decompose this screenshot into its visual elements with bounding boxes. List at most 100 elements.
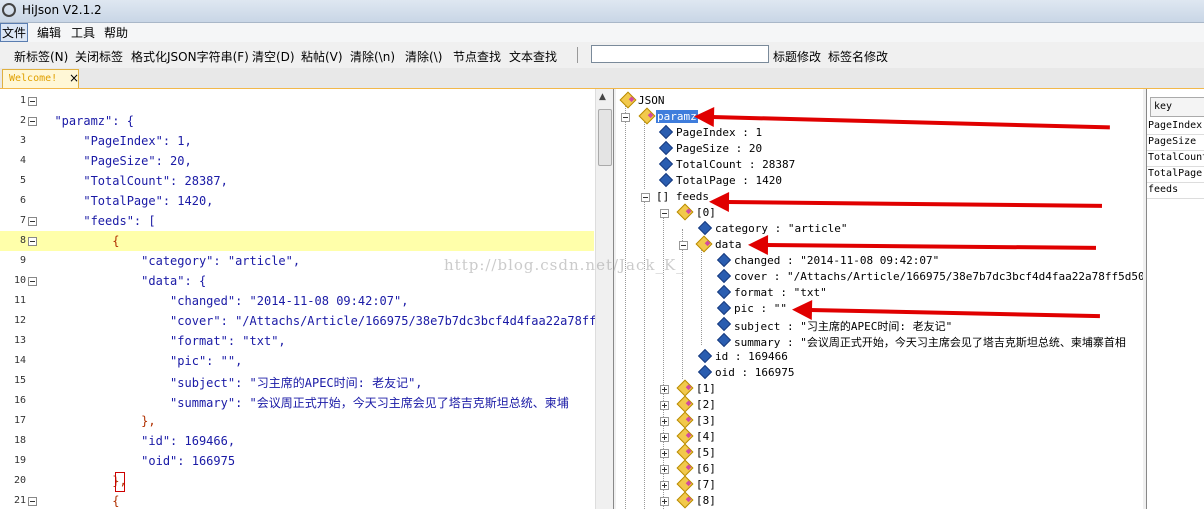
- watermark-text: http://blog.csdn.net/Jack_K_: [444, 256, 685, 274]
- expand-icon[interactable]: [660, 401, 669, 410]
- value-icon: [697, 364, 713, 380]
- value-icon: [658, 140, 674, 156]
- editor-line: 3 "PageIndex": 1,: [19, 134, 192, 148]
- expand-icon[interactable]: [660, 465, 669, 474]
- table-row[interactable]: feeds: [1147, 183, 1204, 199]
- collapse-icon[interactable]: [679, 241, 688, 250]
- text-search-button[interactable]: 文本查找: [509, 48, 557, 65]
- value-icon: [658, 124, 674, 140]
- expand-icon[interactable]: [660, 497, 669, 506]
- paste-button[interactable]: 粘帖(V): [301, 48, 343, 65]
- key-table: key PageIndex PageSize TotalCount TotalP…: [1146, 89, 1204, 509]
- value-icon: [716, 252, 732, 268]
- editor-line: 20 },: [13, 474, 127, 488]
- editor-line: 17 },: [13, 414, 156, 428]
- edit-title-button[interactable]: 标题修改: [773, 48, 821, 65]
- value-icon: [658, 156, 674, 172]
- editor-line: 19 "oid": 166975: [13, 454, 236, 468]
- editor-line: 2 "paramz": {: [19, 114, 134, 128]
- object-icon: [676, 203, 694, 221]
- fold-icon[interactable]: [28, 497, 37, 506]
- remove-backslash-button[interactable]: 清除(\): [405, 48, 442, 65]
- value-icon: [716, 300, 732, 316]
- title-input[interactable]: [591, 45, 769, 63]
- table-row[interactable]: PageIndex: [1147, 119, 1204, 135]
- editor-line: 16 "summary": "会议周正式开始，今天习主席会见了塔吉克斯坦总统、柬…: [13, 395, 569, 410]
- editor-line: 4 "PageSize": 20,: [19, 154, 192, 168]
- edit-tabname-button[interactable]: 标签名修改: [828, 48, 888, 65]
- value-icon: [697, 220, 713, 236]
- node-search-button[interactable]: 节点查找: [453, 48, 501, 65]
- editor-line: 11 "changed": "2014-11-08 09:42:07",: [13, 294, 409, 308]
- remove-newline-button[interactable]: 清除(\n): [350, 48, 395, 65]
- close-icon[interactable]: ×: [69, 71, 79, 85]
- app-icon: [2, 3, 16, 17]
- table-row[interactable]: TotalPage: [1147, 167, 1204, 183]
- fold-icon[interactable]: [28, 97, 37, 106]
- expand-icon[interactable]: [660, 449, 669, 458]
- editor-line: 21 {: [13, 494, 120, 508]
- menu-tools[interactable]: 工具: [70, 24, 96, 41]
- value-icon: [716, 316, 732, 332]
- object-icon: [676, 475, 694, 493]
- fold-icon[interactable]: [28, 217, 37, 226]
- tab-welcome[interactable]: Welcome! ×: [2, 69, 79, 88]
- value-icon: [716, 332, 732, 348]
- object-icon: [695, 235, 713, 253]
- collapse-icon[interactable]: [660, 209, 669, 218]
- fold-icon[interactable]: [28, 277, 37, 286]
- editor-line: 7 "feeds": [: [19, 214, 156, 228]
- json-editor[interactable]: 1 2 "paramz": { 3 "PageIndex": 1, 4 "Pag…: [0, 89, 614, 509]
- editor-line: 5 "TotalCount": 28387,: [19, 174, 228, 188]
- editor-scrollbar[interactable]: ▲: [595, 89, 613, 509]
- object-icon: [676, 427, 694, 445]
- title-bar: HiJson V2.1.2: [0, 0, 1204, 23]
- editor-line: 15 "subject": "习主席的APEC时间: 老友记",: [13, 375, 423, 390]
- editor-line: 1: [0, 91, 594, 111]
- json-tree: JSON paramz PageIndex : 1 PageSize : 20 …: [616, 89, 1143, 509]
- object-icon: [676, 491, 694, 509]
- new-tab-button[interactable]: 新标签(N): [14, 48, 68, 65]
- object-icon: [676, 379, 694, 397]
- object-icon: [676, 395, 694, 413]
- value-icon: [716, 268, 732, 284]
- scroll-thumb[interactable]: [598, 109, 612, 166]
- scroll-up-icon[interactable]: ▲: [599, 92, 606, 102]
- format-json-button[interactable]: 格式化JSON字符串(F): [131, 48, 249, 65]
- value-icon: [658, 172, 674, 188]
- value-icon: [716, 284, 732, 300]
- expand-icon[interactable]: [660, 417, 669, 426]
- expand-icon[interactable]: [660, 481, 669, 490]
- editor-line: 12 "cover": "/Attachs/Article/166975/38e…: [13, 314, 611, 328]
- object-icon: [638, 107, 656, 125]
- close-tab-button[interactable]: 关闭标签: [75, 48, 123, 65]
- clear-button[interactable]: 清空(D): [252, 48, 295, 65]
- tab-bar: Welcome! ×: [0, 68, 1204, 89]
- collapse-icon[interactable]: [621, 113, 630, 122]
- tab-label: Welcome!: [9, 73, 58, 84]
- collapse-icon[interactable]: [641, 193, 650, 202]
- editor-line: 14 "pic": "",: [13, 354, 243, 368]
- object-icon: [676, 459, 694, 477]
- table-row[interactable]: TotalCount: [1147, 151, 1204, 167]
- value-icon: [697, 348, 713, 364]
- expand-icon[interactable]: [660, 433, 669, 442]
- object-icon: [619, 91, 637, 109]
- editor-line: 6 "TotalPage": 1420,: [19, 194, 214, 208]
- editor-line: 10 "data": {: [13, 274, 207, 288]
- window-title: HiJson V2.1.2: [22, 3, 102, 17]
- editor-line: 13 "format": "txt",: [13, 334, 286, 348]
- menu-help[interactable]: 帮助: [103, 24, 129, 41]
- editor-line: 18 "id": 169466,: [13, 434, 236, 448]
- table-row[interactable]: PageSize: [1147, 135, 1204, 151]
- bracket-match-highlight: [115, 472, 125, 492]
- editor-line-current: 8 {: [0, 231, 594, 251]
- expand-icon[interactable]: [660, 385, 669, 394]
- menu-edit[interactable]: 编辑: [36, 24, 62, 41]
- object-icon: [676, 443, 694, 461]
- key-column-header[interactable]: key: [1150, 97, 1204, 117]
- fold-icon[interactable]: [28, 117, 37, 126]
- menu-file[interactable]: 文件: [0, 23, 29, 42]
- fold-icon[interactable]: [28, 237, 37, 246]
- object-icon: [676, 411, 694, 429]
